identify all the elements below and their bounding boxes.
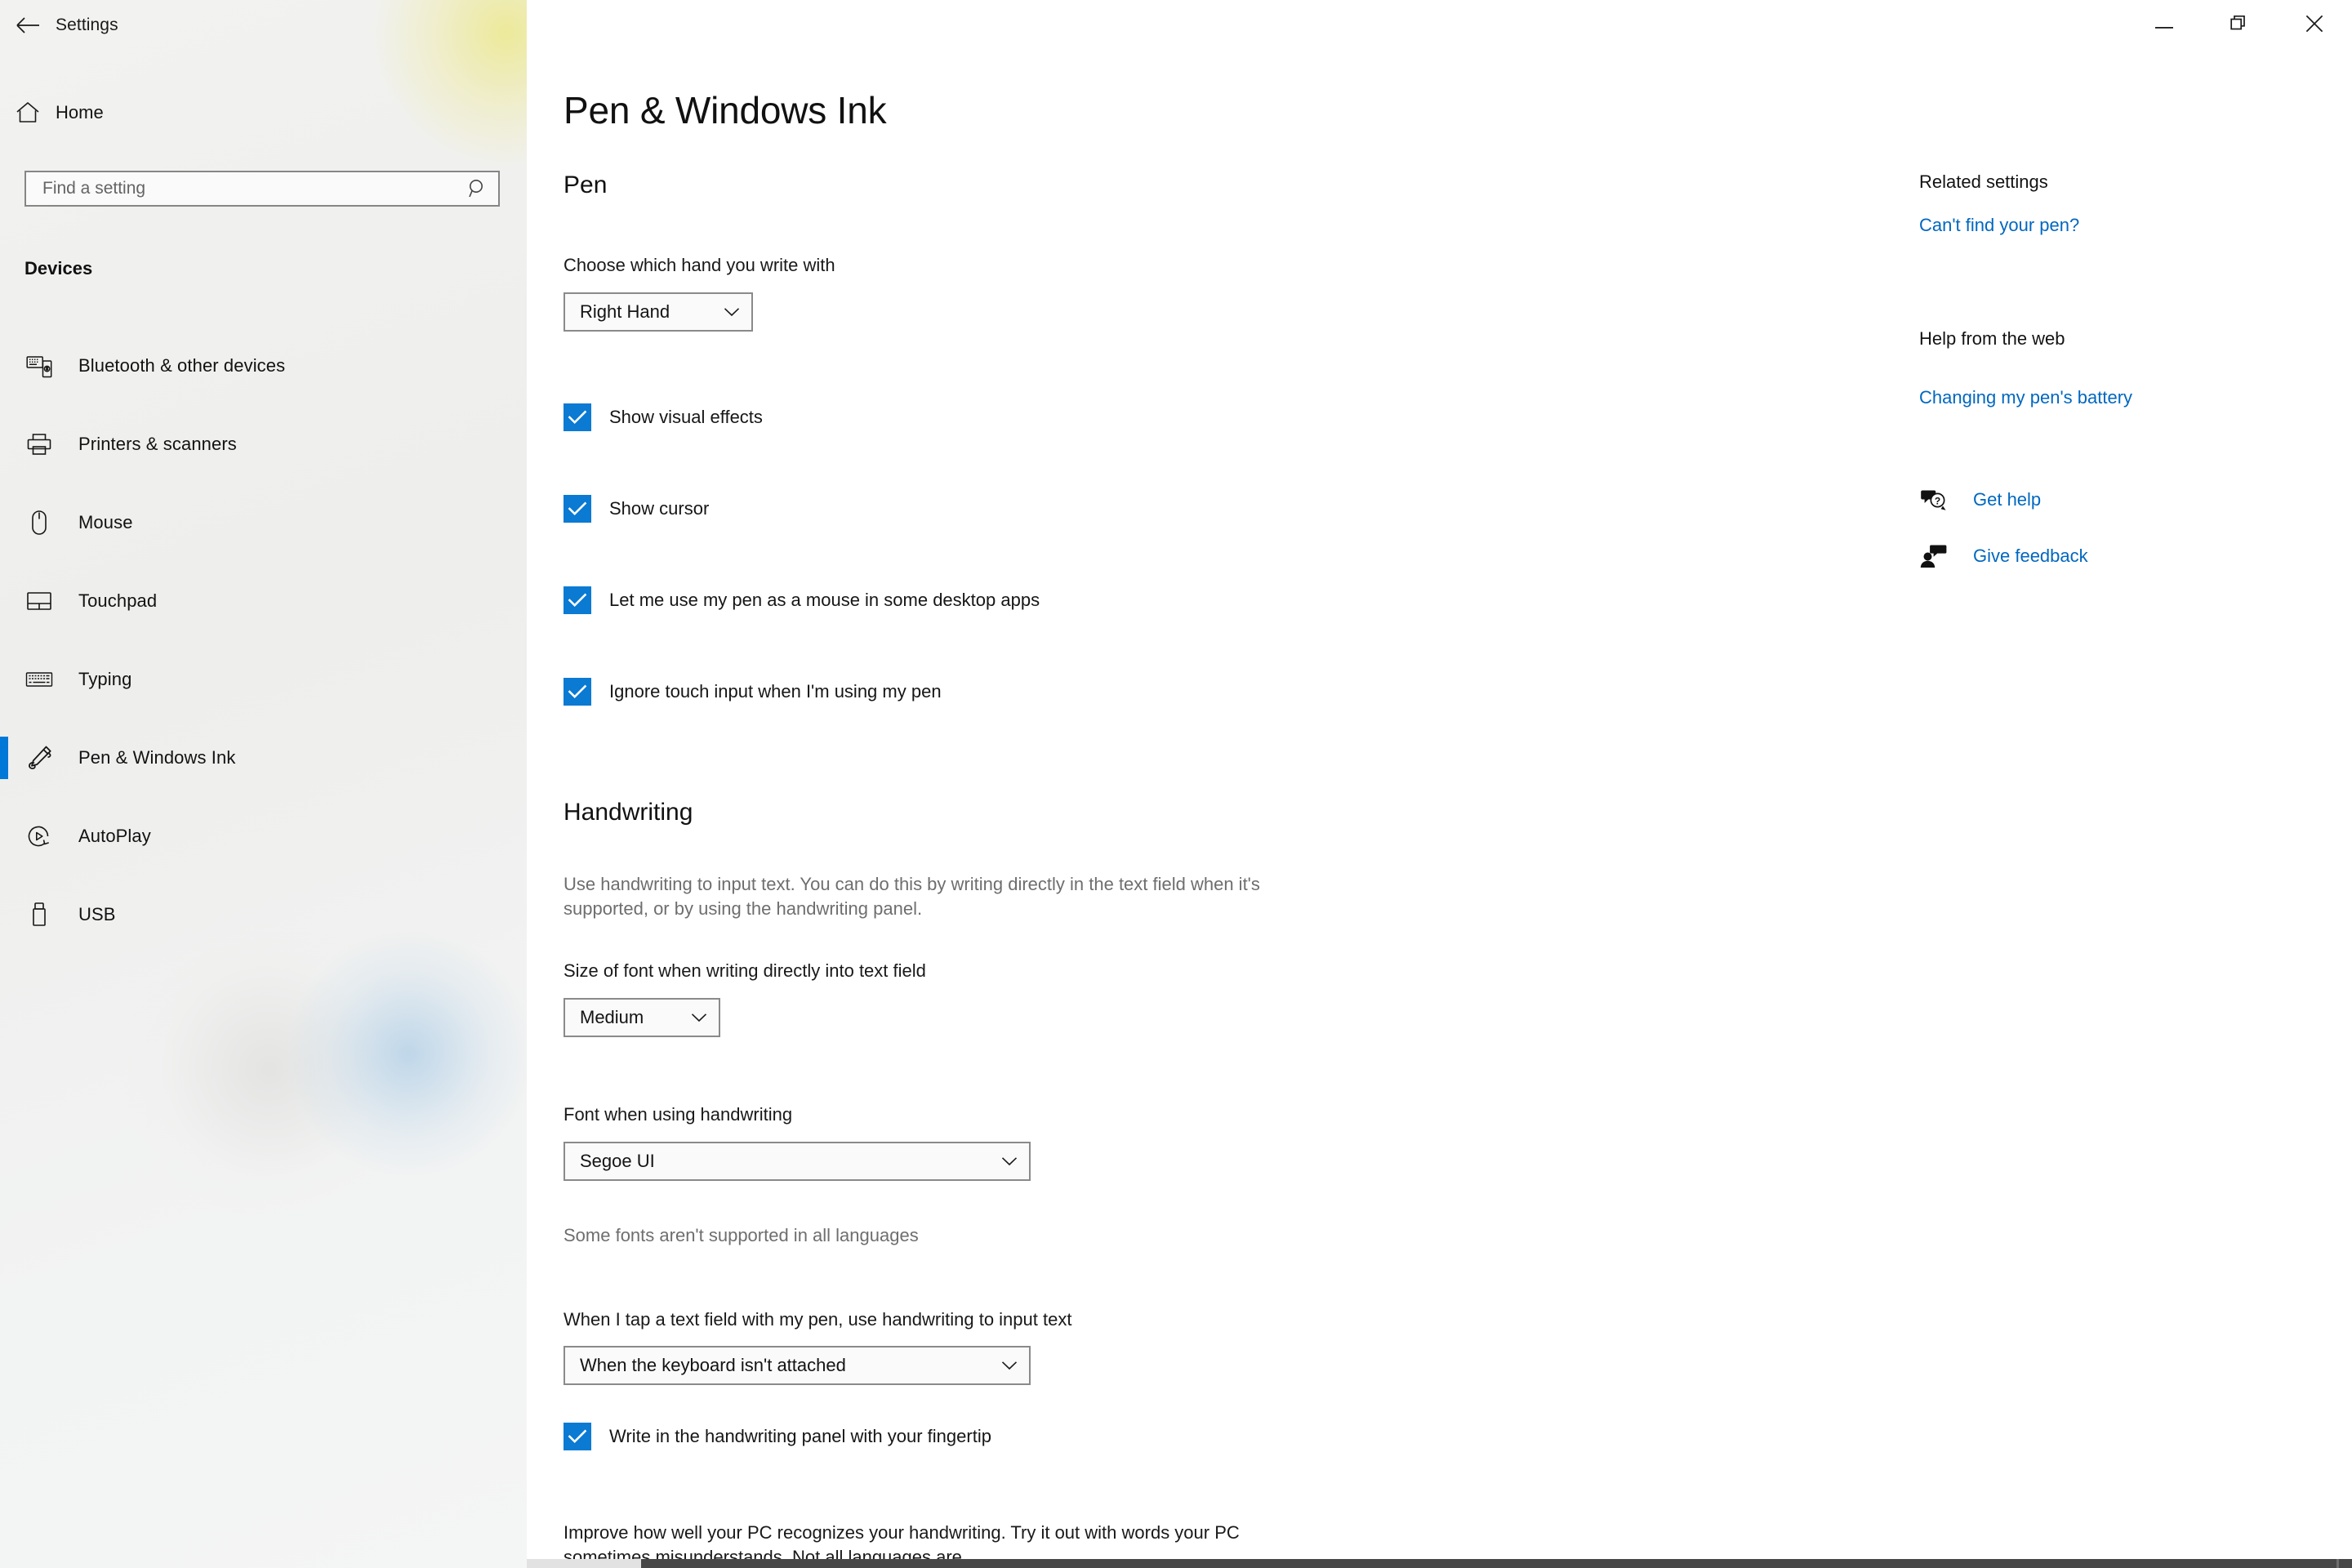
checkbox-checked-icon <box>564 678 591 706</box>
maximize-restore-icon <box>2230 15 2248 37</box>
tap-text-field-dropdown[interactable]: When the keyboard isn't attached <box>564 1346 1031 1385</box>
hand-preference-label: Choose which hand you write with <box>564 255 835 275</box>
scrollbar-thumb[interactable] <box>641 1559 2352 1568</box>
main-content: Pen & Windows Ink Pen Choose which hand … <box>527 0 1886 1568</box>
sidebar-item-label: AutoPlay <box>78 826 151 846</box>
back-button[interactable] <box>0 0 56 51</box>
maximize-button[interactable] <box>2202 0 2277 51</box>
chevron-down-icon <box>987 1156 1018 1166</box>
show-cursor-checkbox[interactable]: Show cursor <box>564 495 709 523</box>
selection-indicator <box>0 737 8 779</box>
autoplay-icon <box>0 824 78 849</box>
titlebar: Settings <box>0 0 527 51</box>
hand-preference-dropdown[interactable]: Right Hand <box>564 292 753 332</box>
sidebar-item-label: Typing <box>78 669 132 689</box>
scrollbar-track <box>527 1559 641 1568</box>
related-settings-pane: Related settings Can't find your pen? He… <box>1886 0 2352 1568</box>
sidebar-category-heading: Devices <box>24 258 93 278</box>
handwriting-font-value: Segoe UI <box>580 1151 655 1171</box>
chevron-down-icon <box>676 1013 707 1022</box>
chevron-down-icon <box>709 307 740 317</box>
app-title: Settings <box>56 16 118 34</box>
horizontal-scrollbar[interactable] <box>527 1559 2352 1568</box>
usb-icon <box>0 902 78 928</box>
handwriting-description: Use handwriting to input text. You can d… <box>564 874 1260 920</box>
checkbox-checked-icon <box>564 1423 591 1450</box>
handwriting-section-heading: Handwriting <box>564 799 693 826</box>
checkbox-label: Write in the handwriting panel with your… <box>609 1426 991 1446</box>
get-help-label: Get help <box>1973 489 2042 510</box>
sidebar-item-autoplay[interactable]: AutoPlay <box>0 797 527 875</box>
sidebar-item-bluetooth[interactable]: Bluetooth & other devices <box>0 327 527 405</box>
get-help-link[interactable]: ? Get help <box>1919 485 2041 514</box>
sidebar-item-pen-windows-ink[interactable]: Pen & Windows Ink <box>0 719 527 797</box>
hand-preference-value: Right Hand <box>580 301 670 322</box>
pen-icon <box>0 745 78 771</box>
settings-window: Settings Home Find a setting Devices Blu… <box>0 0 2352 1568</box>
close-button[interactable] <box>2277 0 2352 51</box>
sidebar-item-label: USB <box>78 904 116 924</box>
search-input[interactable] <box>42 179 467 198</box>
keyboard-icon <box>0 670 78 688</box>
checkbox-label: Show visual effects <box>609 407 763 427</box>
sidebar-item-label: Bluetooth & other devices <box>78 355 286 376</box>
sidebar-item-printers[interactable]: Printers & scanners <box>0 405 527 483</box>
bluetooth-devices-icon <box>0 354 78 378</box>
handwriting-font-dropdown[interactable]: Segoe UI <box>564 1142 1031 1181</box>
checkbox-checked-icon <box>564 495 591 523</box>
window-controls <box>2127 0 2352 51</box>
chevron-down-icon <box>987 1361 1018 1370</box>
scrollbar-tick <box>2336 1559 2339 1568</box>
feedback-person-icon <box>1919 541 1949 571</box>
ignore-touch-input-checkbox[interactable]: Ignore touch input when I'm using my pen <box>564 678 942 706</box>
help-from-web-heading: Help from the web <box>1919 328 2065 349</box>
sidebar-item-home-label: Home <box>56 102 104 122</box>
fingertip-handwriting-checkbox[interactable]: Write in the handwriting panel with your… <box>564 1423 991 1450</box>
font-size-label: Size of font when writing directly into … <box>564 960 926 981</box>
sidebar-item-label: Mouse <box>78 512 133 532</box>
sidebar-item-label: Touchpad <box>78 590 158 611</box>
sidebar-item-label: Printers & scanners <box>78 434 237 454</box>
home-icon <box>0 101 56 124</box>
checkbox-label: Ignore touch input when I'm using my pen <box>609 681 942 702</box>
font-support-note: Some fonts aren't supported in all langu… <box>564 1225 919 1245</box>
give-feedback-label: Give feedback <box>1973 546 2088 566</box>
sidebar-item-label: Pen & Windows Ink <box>78 747 236 768</box>
font-size-value: Medium <box>580 1007 644 1027</box>
pen-as-mouse-checkbox[interactable]: Let me use my pen as a mouse in some des… <box>564 586 1040 614</box>
back-arrow-icon <box>16 16 40 34</box>
font-size-dropdown[interactable]: Medium <box>564 998 720 1037</box>
minimize-button[interactable] <box>2127 0 2202 51</box>
show-visual-effects-checkbox[interactable]: Show visual effects <box>564 403 763 431</box>
sidebar-item-usb[interactable]: USB <box>0 875 527 954</box>
sidebar-item-typing[interactable]: Typing <box>0 640 527 719</box>
printer-icon <box>0 432 78 457</box>
checkbox-label: Show cursor <box>609 498 710 519</box>
checkbox-checked-icon <box>564 403 591 431</box>
touchpad-icon <box>0 590 78 612</box>
page-title: Pen & Windows Ink <box>564 89 887 131</box>
related-settings-heading: Related settings <box>1919 172 2048 192</box>
checkbox-checked-icon <box>564 586 591 614</box>
checkbox-label: Let me use my pen as a mouse in some des… <box>609 590 1040 610</box>
give-feedback-link[interactable]: Give feedback <box>1919 541 2088 571</box>
close-icon <box>2305 15 2323 37</box>
handwriting-font-label: Font when using handwriting <box>564 1104 793 1125</box>
settings-sidebar: Settings Home Find a setting Devices Blu… <box>0 0 527 1568</box>
sidebar-item-home[interactable]: Home <box>0 91 527 134</box>
mouse-icon <box>0 510 78 536</box>
tap-text-field-label: When I tap a text field with my pen, use… <box>564 1309 1072 1330</box>
sidebar-item-touchpad[interactable]: Touchpad <box>0 562 527 640</box>
tap-text-field-value: When the keyboard isn't attached <box>580 1355 846 1375</box>
minimize-icon <box>2155 18 2173 33</box>
pen-section-heading: Pen <box>564 172 608 198</box>
cant-find-pen-link[interactable]: Can't find your pen? <box>1919 215 2079 236</box>
question-bubble-icon: ? <box>1919 485 1949 514</box>
search-icon[interactable] <box>467 178 488 199</box>
search-box[interactable] <box>24 171 500 207</box>
changing-pen-battery-link[interactable]: Changing my pen's battery <box>1919 387 2132 408</box>
sidebar-nav-list: Bluetooth & other devices Printers & sca… <box>0 327 527 954</box>
sidebar-item-mouse[interactable]: Mouse <box>0 483 527 562</box>
svg-text:?: ? <box>1935 496 1940 507</box>
